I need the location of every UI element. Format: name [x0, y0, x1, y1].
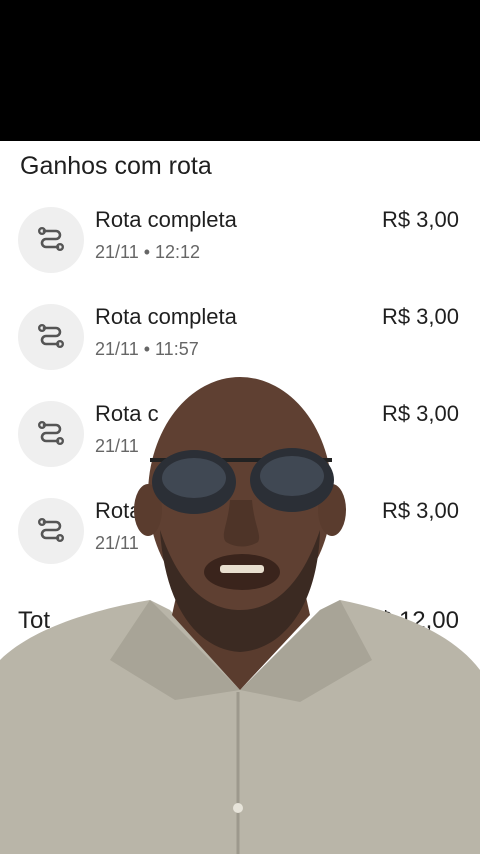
route-icon: [18, 304, 84, 370]
row-title: Rota c: [95, 401, 159, 426]
page-title: Ganhos com rota: [20, 152, 212, 180]
total-amount: R$ 12,00: [361, 607, 459, 634]
top-black-bar: [0, 0, 480, 141]
list-item[interactable]: Rota c 21/11 R$ 3,00: [0, 401, 480, 497]
list-item[interactable]: Rota completa 21/11 • 11:57 R$ 3,00: [0, 304, 480, 400]
row-date: 21/11: [95, 533, 139, 553]
row-title: Rota completa: [95, 207, 237, 232]
route-icon: [18, 401, 84, 467]
row-date: 21/11 • 11:57: [95, 339, 199, 359]
list-item[interactable]: Rota 21/11 R$ 3,00: [0, 498, 480, 594]
list-item[interactable]: Rota completa 21/11 • 12:12 R$ 3,00: [0, 207, 480, 303]
route-icon: [18, 207, 84, 273]
row-amount: R$ 3,00: [381, 304, 459, 329]
row-amount: R$ 3,00: [381, 207, 459, 232]
row-amount: R$ 3,00: [381, 498, 459, 523]
row-title: Rota: [95, 498, 142, 523]
row-title: Rota completa: [95, 304, 237, 329]
row-amount: R$ 3,00: [381, 401, 459, 426]
route-icon: [18, 498, 84, 564]
row-date: 21/11 • 12:12: [95, 242, 201, 262]
total-label: Tot: [18, 607, 51, 634]
earnings-panel: Ganhos com rota Rota completa 21/11 • 12…: [0, 141, 480, 854]
row-date: 21/11: [95, 436, 139, 456]
